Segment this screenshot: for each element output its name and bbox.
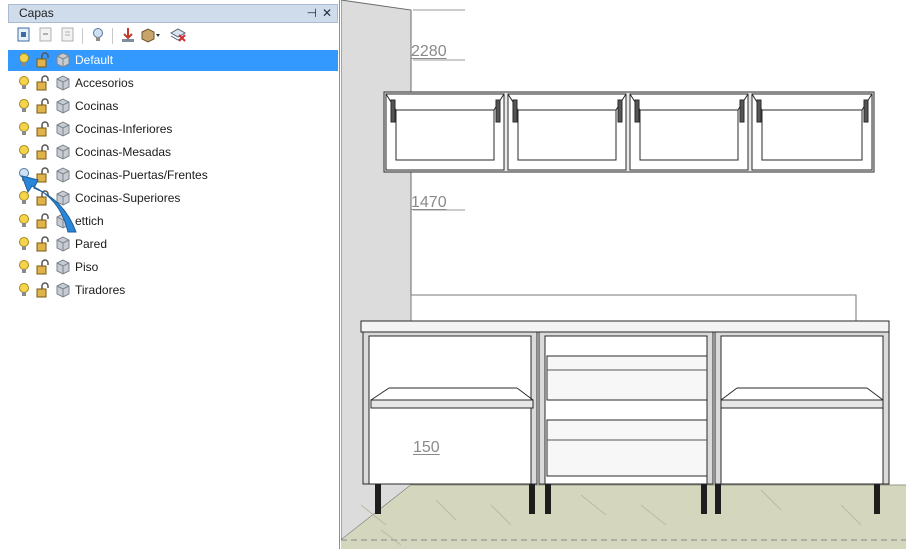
layer-label: Pared bbox=[75, 237, 108, 251]
layer-row[interactable]: Cocinas-Inferiores bbox=[8, 119, 338, 140]
cube-icon[interactable] bbox=[55, 144, 71, 160]
layer-label: Cocinas-Superiores bbox=[75, 191, 181, 205]
layer-row[interactable]: Default bbox=[8, 50, 338, 71]
layer-label: Cocinas-Mesadas bbox=[75, 145, 172, 159]
layer-label: Cocinas bbox=[75, 99, 119, 113]
lower-cabinet-right bbox=[714, 331, 890, 485]
layer-row[interactable]: Tiradores bbox=[8, 280, 338, 301]
kitchen-elevation-drawing bbox=[341, 0, 906, 549]
move-down-icon[interactable] bbox=[120, 27, 136, 43]
layer-label: Piso bbox=[75, 260, 99, 274]
layer-label: Cocinas-Inferiores bbox=[75, 122, 173, 136]
lightbulb-visibility-icon[interactable] bbox=[16, 98, 32, 114]
layer-label: Tiradores bbox=[75, 283, 126, 297]
lightbulb-visibility-icon[interactable] bbox=[16, 52, 32, 68]
dimension-label: 1470 bbox=[411, 194, 447, 211]
panel-title: Capas bbox=[19, 6, 54, 20]
layer-properties-icon[interactable] bbox=[60, 27, 76, 43]
padlock-icon[interactable] bbox=[35, 52, 51, 68]
lightbulb-visibility-icon[interactable] bbox=[16, 236, 32, 252]
lightbulb-visibility-icon[interactable] bbox=[16, 259, 32, 275]
cube-icon[interactable] bbox=[55, 259, 71, 275]
layer-manager-icon[interactable] bbox=[170, 27, 186, 43]
lightbulb-visibility-icon[interactable] bbox=[16, 121, 32, 137]
layer-label: Cocinas-Puertas/Frentes bbox=[75, 168, 208, 182]
box-dropdown-icon[interactable] bbox=[140, 27, 162, 43]
layer-label: Accesorios bbox=[75, 76, 134, 90]
cube-icon[interactable] bbox=[55, 75, 71, 91]
layer-label: Default bbox=[75, 53, 114, 67]
padlock-icon[interactable] bbox=[35, 282, 51, 298]
lightbulb-visibility-icon[interactable] bbox=[16, 75, 32, 91]
layers-panel: Capas ⊣ ✕ Default Accesorios Cocinas Cocina… bbox=[0, 0, 340, 549]
layer-row[interactable]: Piso bbox=[8, 257, 338, 278]
drawer bbox=[546, 419, 708, 477]
upper-cabinet bbox=[507, 93, 627, 171]
upper-cabinet bbox=[751, 93, 873, 171]
lightbulb-visibility-icon[interactable] bbox=[16, 282, 32, 298]
cube-icon[interactable] bbox=[55, 98, 71, 114]
dimension-label: 2280 bbox=[411, 43, 447, 60]
bulb-toggle-icon[interactable] bbox=[90, 27, 106, 43]
upper-cabinet bbox=[629, 93, 749, 171]
upper-cabinet bbox=[385, 93, 505, 171]
layers-toolbar bbox=[8, 25, 338, 47]
delete-layer-icon[interactable] bbox=[38, 27, 54, 43]
padlock-icon[interactable] bbox=[35, 144, 51, 160]
cube-icon[interactable] bbox=[55, 236, 71, 252]
panel-title-bar: Capas ⊣ ✕ bbox=[8, 4, 338, 23]
padlock-icon[interactable] bbox=[35, 236, 51, 252]
close-button[interactable]: ✕ bbox=[322, 5, 332, 22]
backsplash bbox=[410, 294, 857, 322]
lower-cabinets bbox=[362, 331, 890, 485]
cube-icon[interactable] bbox=[55, 282, 71, 298]
upper-cabinets bbox=[383, 91, 875, 173]
pin-button[interactable]: ⊣ bbox=[307, 5, 317, 22]
lower-cabinet-middle bbox=[538, 331, 714, 485]
countertop bbox=[360, 320, 890, 333]
layer-row[interactable]: Pared bbox=[8, 234, 338, 255]
layer-row[interactable]: Accesorios bbox=[8, 73, 338, 94]
cube-icon[interactable] bbox=[55, 121, 71, 137]
arrow-pointer-icon bbox=[21, 175, 77, 233]
drawer bbox=[546, 355, 708, 401]
dimension-label: 150 bbox=[413, 439, 440, 456]
padlock-icon[interactable] bbox=[35, 98, 51, 114]
toolbar-separator bbox=[112, 28, 113, 44]
new-layer-icon[interactable] bbox=[16, 27, 32, 43]
padlock-icon[interactable] bbox=[35, 121, 51, 137]
cube-icon[interactable] bbox=[55, 52, 71, 68]
padlock-icon[interactable] bbox=[35, 75, 51, 91]
drawing-viewport[interactable]: 2280 1470 150 bbox=[341, 0, 906, 549]
toolbar-separator bbox=[82, 28, 83, 44]
lower-cabinet-left bbox=[362, 331, 538, 485]
floor bbox=[341, 485, 906, 549]
lightbulb-visibility-icon[interactable] bbox=[16, 144, 32, 160]
layer-row[interactable]: Cocinas bbox=[8, 96, 338, 117]
padlock-icon[interactable] bbox=[35, 259, 51, 275]
